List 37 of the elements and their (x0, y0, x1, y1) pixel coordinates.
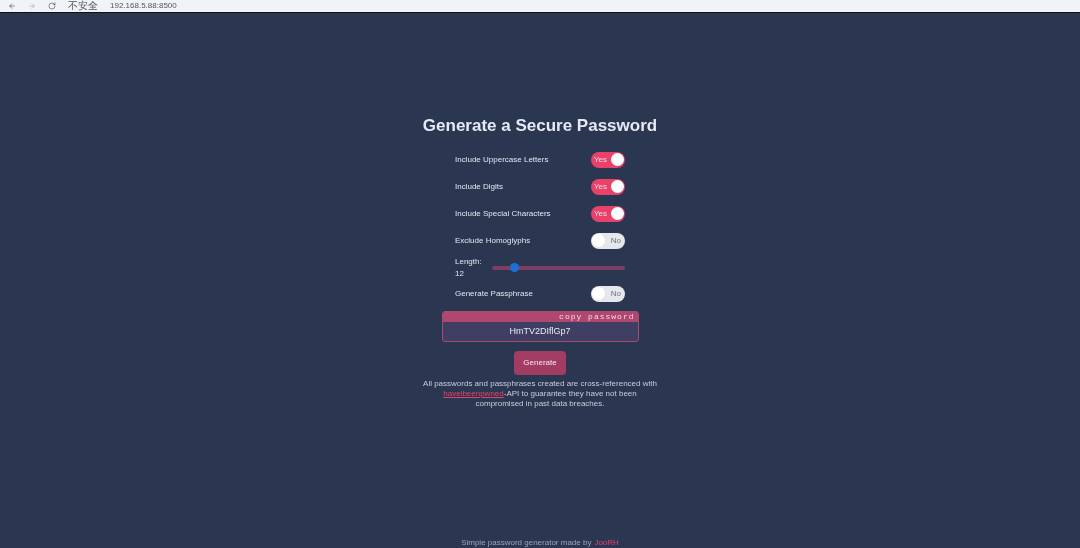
length-slider[interactable] (491, 265, 625, 270)
toggle-label: Yes (594, 156, 608, 164)
password-text: HmTV2DIflGp7 (508, 324, 572, 338)
length-value: 12 (455, 267, 465, 280)
forward-icon[interactable] (28, 2, 36, 10)
footer-text: Simple password generator made by (461, 537, 592, 548)
toggle-label: No (610, 290, 621, 298)
copy-password-button[interactable]: copy password (442, 311, 638, 322)
reload-icon[interactable] (48, 2, 56, 10)
toggle-label: Yes (594, 210, 608, 218)
generate-button[interactable]: Generate (514, 350, 566, 375)
page-title: Generate a Secure Password (422, 115, 658, 137)
api-link[interactable]: haveibeenpwned (443, 388, 504, 398)
toggle-switch[interactable]: No (591, 286, 625, 302)
author-link[interactable]: JooRH (594, 537, 619, 548)
option-label: Include Special Characters (455, 208, 551, 220)
toggle-switch[interactable]: Yes (591, 152, 625, 168)
address-text[interactable]: 192.168.5.88:8500 (110, 2, 177, 10)
toggle-knob (611, 180, 624, 193)
length-label: Length: (455, 255, 482, 268)
toggle-knob (611, 207, 624, 220)
info-text: All passwords and passphrases created are cross-referenced with haveibeenpwned-API to guarantee they have not been compromised in past data breaches. (422, 378, 658, 409)
toggle-knob (592, 234, 605, 247)
toggle-switch[interactable]: No (591, 233, 625, 249)
slider-thumb[interactable] (509, 263, 519, 272)
toggle-knob (611, 153, 624, 166)
toggle-label: Yes (594, 183, 608, 191)
toggle-switch[interactable]: Yes (591, 179, 625, 195)
option-label: Include Uppercase Letters (455, 154, 549, 166)
option-label: Generate Passphrase (455, 288, 533, 300)
option-label: Include Digits (455, 181, 504, 193)
back-icon[interactable] (8, 2, 16, 10)
option-label: Exclude Homoglyphs (455, 235, 531, 247)
toggle-knob (592, 287, 605, 300)
security-label: 不安全 (68, 1, 98, 11)
toggle-switch[interactable]: Yes (591, 206, 625, 222)
toggle-label: No (610, 237, 621, 245)
